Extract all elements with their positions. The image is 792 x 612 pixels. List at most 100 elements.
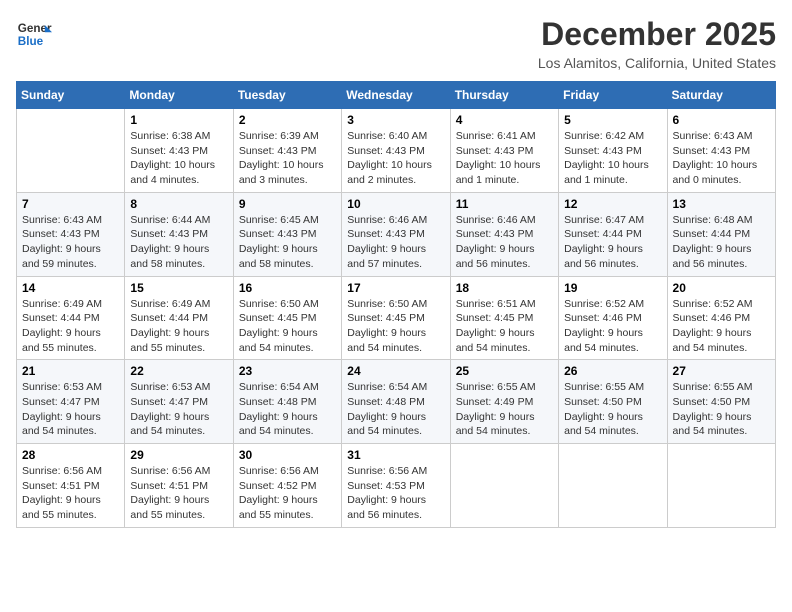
- day-info: Sunrise: 6:49 AMSunset: 4:44 PMDaylight:…: [130, 297, 227, 356]
- day-number: 16: [239, 281, 336, 295]
- day-number: 21: [22, 364, 119, 378]
- day-info: Sunrise: 6:55 AMSunset: 4:50 PMDaylight:…: [564, 380, 661, 439]
- calendar-cell: 12 Sunrise: 6:47 AMSunset: 4:44 PMDayligh…: [559, 192, 667, 276]
- day-number: 28: [22, 448, 119, 462]
- calendar-cell: 14 Sunrise: 6:49 AMSunset: 4:44 PMDayligh…: [17, 276, 125, 360]
- week-row-2: 7 Sunrise: 6:43 AMSunset: 4:43 PMDaylight…: [17, 192, 776, 276]
- day-info: Sunrise: 6:40 AMSunset: 4:43 PMDaylight:…: [347, 129, 444, 188]
- day-number: 15: [130, 281, 227, 295]
- weekday-header-tuesday: Tuesday: [233, 82, 341, 109]
- day-number: 31: [347, 448, 444, 462]
- week-row-5: 28 Sunrise: 6:56 AMSunset: 4:51 PMDayligh…: [17, 444, 776, 528]
- calendar-cell: [17, 109, 125, 193]
- page-header: General Blue General Blue December 2025 …: [16, 16, 776, 71]
- calendar-cell: 29 Sunrise: 6:56 AMSunset: 4:51 PMDayligh…: [125, 444, 233, 528]
- calendar-cell: 21Sunrise: 6:53 AMSunset: 4:47 PMDayligh…: [17, 360, 125, 444]
- day-number: 7: [22, 197, 119, 211]
- day-number: 22: [130, 364, 227, 378]
- day-number: 3: [347, 113, 444, 127]
- calendar-cell: 13 Sunrise: 6:48 AMSunset: 4:44 PMDayligh…: [667, 192, 775, 276]
- day-info: Sunrise: 6:42 AMSunset: 4:43 PMDaylight:…: [564, 129, 661, 188]
- calendar-cell: 5Sunrise: 6:42 AMSunset: 4:43 PMDaylight…: [559, 109, 667, 193]
- calendar-cell: 17Sunrise: 6:50 AMSunset: 4:45 PMDayligh…: [342, 276, 450, 360]
- day-number: 13: [673, 197, 770, 211]
- month-title: December 2025: [538, 16, 776, 53]
- calendar: SundayMondayTuesdayWednesdayThursdayFrid…: [16, 81, 776, 528]
- day-info: Sunrise: 6:44 AMSunset: 4:43 PMDaylight:…: [130, 213, 227, 272]
- day-number: 14: [22, 281, 119, 295]
- calendar-cell: 3 Sunrise: 6:40 AMSunset: 4:43 PMDaylight…: [342, 109, 450, 193]
- day-info: Sunrise: 6:56 AMSunset: 4:53 PMDaylight:…: [347, 464, 444, 523]
- day-info: Sunrise: 6:54 AMSunset: 4:48 PMDaylight:…: [347, 380, 444, 439]
- day-number: 9: [239, 197, 336, 211]
- calendar-cell: 8 Sunrise: 6:44 AMSunset: 4:43 PMDaylight…: [125, 192, 233, 276]
- location: Los Alamitos, California, United States: [538, 55, 776, 71]
- day-number: 30: [239, 448, 336, 462]
- calendar-body: 1 Sunrise: 6:38 AMSunset: 4:43 PMDaylight…: [17, 109, 776, 528]
- day-info: Sunrise: 6:56 AMSunset: 4:51 PMDaylight:…: [22, 464, 119, 523]
- calendar-cell: 26 Sunrise: 6:55 AMSunset: 4:50 PMDayligh…: [559, 360, 667, 444]
- day-info: Sunrise: 6:38 AMSunset: 4:43 PMDaylight:…: [130, 129, 227, 188]
- calendar-cell: 22 Sunrise: 6:53 AMSunset: 4:47 PMDayligh…: [125, 360, 233, 444]
- calendar-cell: 16 Sunrise: 6:50 AMSunset: 4:45 PMDayligh…: [233, 276, 341, 360]
- day-info: Sunrise: 6:55 AMSunset: 4:49 PMDaylight:…: [456, 380, 553, 439]
- weekday-header-friday: Friday: [559, 82, 667, 109]
- day-number: 19: [564, 281, 661, 295]
- day-info: Sunrise: 6:43 AMSunset: 4:43 PMDaylight:…: [22, 213, 119, 272]
- calendar-cell: 19Sunrise: 6:52 AMSunset: 4:46 PMDayligh…: [559, 276, 667, 360]
- weekday-header-row: SundayMondayTuesdayWednesdayThursdayFrid…: [17, 82, 776, 109]
- day-info: Sunrise: 6:46 AMSunset: 4:43 PMDaylight:…: [456, 213, 553, 272]
- day-number: 23: [239, 364, 336, 378]
- weekday-header-saturday: Saturday: [667, 82, 775, 109]
- day-number: 25: [456, 364, 553, 378]
- day-info: Sunrise: 6:43 AMSunset: 4:43 PMDaylight:…: [673, 129, 770, 188]
- day-info: Sunrise: 6:52 AMSunset: 4:46 PMDaylight:…: [673, 297, 770, 356]
- weekday-header-sunday: Sunday: [17, 82, 125, 109]
- day-info: Sunrise: 6:50 AMSunset: 4:45 PMDaylight:…: [239, 297, 336, 356]
- day-number: 29: [130, 448, 227, 462]
- day-info: Sunrise: 6:53 AMSunset: 4:47 PMDaylight:…: [130, 380, 227, 439]
- day-number: 18: [456, 281, 553, 295]
- logo-icon: General Blue: [16, 16, 52, 52]
- day-info: Sunrise: 6:56 AMSunset: 4:52 PMDaylight:…: [239, 464, 336, 523]
- calendar-cell: 7 Sunrise: 6:43 AMSunset: 4:43 PMDaylight…: [17, 192, 125, 276]
- calendar-cell: 10 Sunrise: 6:46 AMSunset: 4:43 PMDayligh…: [342, 192, 450, 276]
- calendar-cell: [450, 444, 558, 528]
- day-number: 20: [673, 281, 770, 295]
- day-info: Sunrise: 6:50 AMSunset: 4:45 PMDaylight:…: [347, 297, 444, 356]
- title-area: December 2025 Los Alamitos, California, …: [538, 16, 776, 71]
- day-number: 1: [130, 113, 227, 127]
- calendar-cell: 28 Sunrise: 6:56 AMSunset: 4:51 PMDayligh…: [17, 444, 125, 528]
- day-info: Sunrise: 6:49 AMSunset: 4:44 PMDaylight:…: [22, 297, 119, 356]
- day-number: 26: [564, 364, 661, 378]
- calendar-cell: 4 Sunrise: 6:41 AMSunset: 4:43 PMDaylight…: [450, 109, 558, 193]
- calendar-cell: 11Sunrise: 6:46 AMSunset: 4:43 PMDayligh…: [450, 192, 558, 276]
- day-info: Sunrise: 6:56 AMSunset: 4:51 PMDaylight:…: [130, 464, 227, 523]
- calendar-cell: 6Sunrise: 6:43 AMSunset: 4:43 PMDaylight…: [667, 109, 775, 193]
- day-number: 8: [130, 197, 227, 211]
- day-number: 12: [564, 197, 661, 211]
- day-info: Sunrise: 6:45 AMSunset: 4:43 PMDaylight:…: [239, 213, 336, 272]
- calendar-cell: [667, 444, 775, 528]
- calendar-cell: 25 Sunrise: 6:55 AMSunset: 4:49 PMDayligh…: [450, 360, 558, 444]
- day-info: Sunrise: 6:39 AMSunset: 4:43 PMDaylight:…: [239, 129, 336, 188]
- calendar-cell: 18 Sunrise: 6:51 AMSunset: 4:45 PMDayligh…: [450, 276, 558, 360]
- calendar-cell: 27Sunrise: 6:55 AMSunset: 4:50 PMDayligh…: [667, 360, 775, 444]
- day-info: Sunrise: 6:46 AMSunset: 4:43 PMDaylight:…: [347, 213, 444, 272]
- day-number: 2: [239, 113, 336, 127]
- week-row-3: 14 Sunrise: 6:49 AMSunset: 4:44 PMDayligh…: [17, 276, 776, 360]
- day-number: 4: [456, 113, 553, 127]
- day-info: Sunrise: 6:47 AMSunset: 4:44 PMDaylight:…: [564, 213, 661, 272]
- weekday-header-thursday: Thursday: [450, 82, 558, 109]
- day-info: Sunrise: 6:51 AMSunset: 4:45 PMDaylight:…: [456, 297, 553, 356]
- calendar-cell: 24Sunrise: 6:54 AMSunset: 4:48 PMDayligh…: [342, 360, 450, 444]
- day-info: Sunrise: 6:41 AMSunset: 4:43 PMDaylight:…: [456, 129, 553, 188]
- svg-text:Blue: Blue: [18, 35, 44, 48]
- day-info: Sunrise: 6:54 AMSunset: 4:48 PMDaylight:…: [239, 380, 336, 439]
- day-number: 10: [347, 197, 444, 211]
- week-row-4: 21 Sunrise: 6:53 AMSunset: 4:47 PMDayligh…: [17, 360, 776, 444]
- weekday-header-wednesday: Wednesday: [342, 82, 450, 109]
- day-info: Sunrise: 6:48 AMSunset: 4:44 PMDaylight:…: [673, 213, 770, 272]
- calendar-cell: 15 Sunrise: 6:49 AMSunset: 4:44 PMDayligh…: [125, 276, 233, 360]
- calendar-cell: 1 Sunrise: 6:38 AMSunset: 4:43 PMDaylight…: [125, 109, 233, 193]
